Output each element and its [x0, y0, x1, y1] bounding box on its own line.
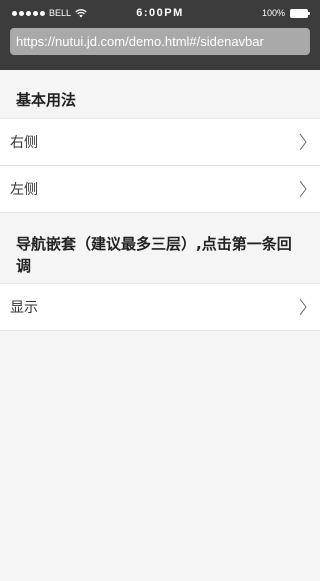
- chevron-right-icon: [299, 180, 307, 198]
- section-title-basic: 基本用法: [16, 91, 77, 109]
- battery-icon: [290, 8, 310, 18]
- address-bar[interactable]: https://nutui.jd.com/demo.html#/sidenavb…: [10, 28, 310, 55]
- status-left: BELL: [12, 8, 87, 18]
- list-item-label: 右侧: [10, 135, 38, 151]
- page-content: 基本用法 右侧 左侧 导航嵌套（建议最多三层）,点击第一条回调 显示: [0, 70, 320, 331]
- signal-icon: [12, 10, 45, 16]
- chevron-right-icon: [299, 133, 307, 151]
- wifi-icon: [75, 8, 87, 17]
- list-item-left[interactable]: 左侧: [0, 166, 320, 213]
- carrier-label: BELL: [49, 8, 72, 18]
- list-nested: 显示: [0, 283, 320, 331]
- status-right: 100%: [262, 8, 310, 18]
- list-item-label: 左侧: [10, 182, 38, 198]
- chevron-right-icon: [299, 298, 307, 316]
- list-item-right[interactable]: 右侧: [0, 119, 320, 166]
- list-basic: 右侧 左侧: [0, 118, 320, 213]
- list-item-label: 显示: [10, 300, 38, 316]
- list-item-show[interactable]: 显示: [0, 284, 320, 331]
- browser-chrome: BELL 6:00PM 100% https://nutui.jd.com/de…: [0, 0, 320, 70]
- section-title-nested: 导航嵌套（建议最多三层）,点击第一条回调: [16, 235, 292, 275]
- status-bar: BELL 6:00PM 100%: [0, 0, 320, 26]
- status-time: 6:00PM: [136, 7, 184, 19]
- battery-percent: 100%: [261, 8, 285, 18]
